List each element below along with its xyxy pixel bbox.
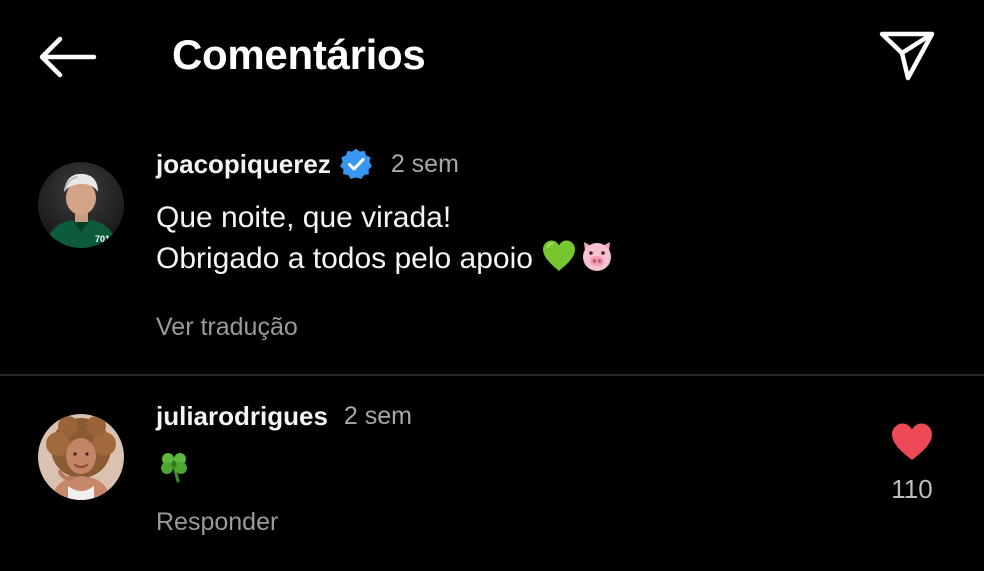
comment-timestamp: 2 sem [390, 149, 459, 178]
username[interactable]: juliarodrigues [156, 401, 328, 432]
comment-meta: juliarodrigues 2 sem [156, 398, 412, 434]
svg-text:701: 701 [95, 234, 110, 244]
like-count: 110 [891, 474, 933, 504]
verified-badge-icon [339, 147, 373, 181]
top-bar: Comentários [0, 0, 984, 112]
comment-line: Que noite, que virada! [156, 201, 452, 234]
reply-button[interactable]: Responder [156, 508, 278, 537]
comment-text [156, 448, 192, 489]
comment-timestamp: 2 sem [343, 401, 413, 430]
four-leaf-clover-icon [156, 448, 192, 484]
green-heart-icon [541, 238, 577, 274]
comment-text: Que noite, que virada! Obrigado a todos … [156, 198, 615, 279]
comment-meta: joacopiquerez 2 sem [156, 146, 459, 182]
share-button[interactable] [876, 28, 938, 84]
paper-plane-icon [879, 31, 935, 81]
caption-comment: 701 joacopiquerez 2 sem Que noite, que v… [0, 140, 984, 374]
comment-item: juliarodrigues 2 sem Responder 110 [0, 378, 984, 571]
avatar[interactable]: 701 [38, 162, 124, 248]
page-title: Comentários [172, 31, 426, 78]
pig-face-icon [579, 238, 615, 274]
avatar[interactable] [38, 414, 124, 500]
divider [0, 374, 984, 376]
back-button[interactable] [36, 32, 98, 82]
heart-filled-icon [892, 423, 932, 460]
comment-line: Obrigado a todos pelo apoio [156, 242, 533, 275]
like-button[interactable] [890, 422, 934, 462]
translate-button[interactable]: Ver tradução [156, 313, 298, 342]
arrow-left-icon [39, 36, 97, 78]
username[interactable]: joacopiquerez [156, 149, 331, 180]
